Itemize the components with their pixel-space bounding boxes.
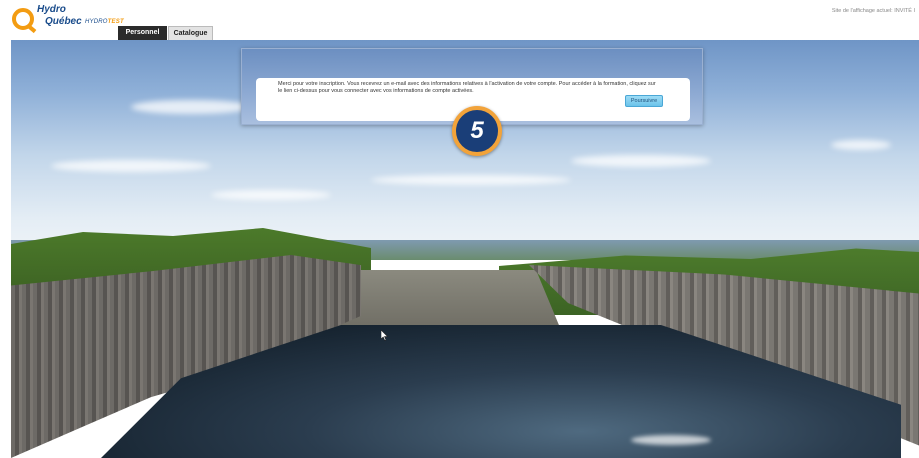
logo-brand-line2: Québec bbox=[45, 16, 82, 27]
water-glint bbox=[631, 435, 711, 445]
cloud bbox=[51, 160, 211, 172]
cloud bbox=[211, 190, 331, 200]
hydro-quebec-logo-icon bbox=[12, 8, 34, 30]
tab-catalogue[interactable]: Catalogue bbox=[168, 26, 213, 40]
hydro-quebec-logo[interactable]: Hydro Québec HYDROTEST bbox=[12, 4, 124, 36]
mouse-pointer-icon bbox=[381, 330, 389, 341]
logo-brand-line1: Hydro bbox=[37, 4, 66, 15]
tab-personnel[interactable]: Personnel bbox=[118, 26, 167, 40]
logo-suffix-accent: TEST bbox=[107, 19, 124, 25]
logo-suffix-prefix: HYDRO bbox=[85, 19, 108, 25]
cloud bbox=[571, 155, 711, 167]
continue-button[interactable]: Poursuivre bbox=[625, 95, 663, 107]
site-info-text: Site de l'affichage actuel: INVITÉ I bbox=[831, 8, 915, 14]
cloud bbox=[131, 100, 251, 114]
confirmation-message: Merci pour votre inscription. Vous recev… bbox=[278, 81, 656, 94]
cloud bbox=[371, 175, 571, 185]
cloud bbox=[831, 140, 891, 150]
logo-suffix: HYDROTEST bbox=[85, 19, 124, 25]
step-number-badge: 5 bbox=[452, 106, 502, 156]
top-bar: Hydro Québec HYDROTEST Personnel Catalog… bbox=[0, 0, 919, 40]
